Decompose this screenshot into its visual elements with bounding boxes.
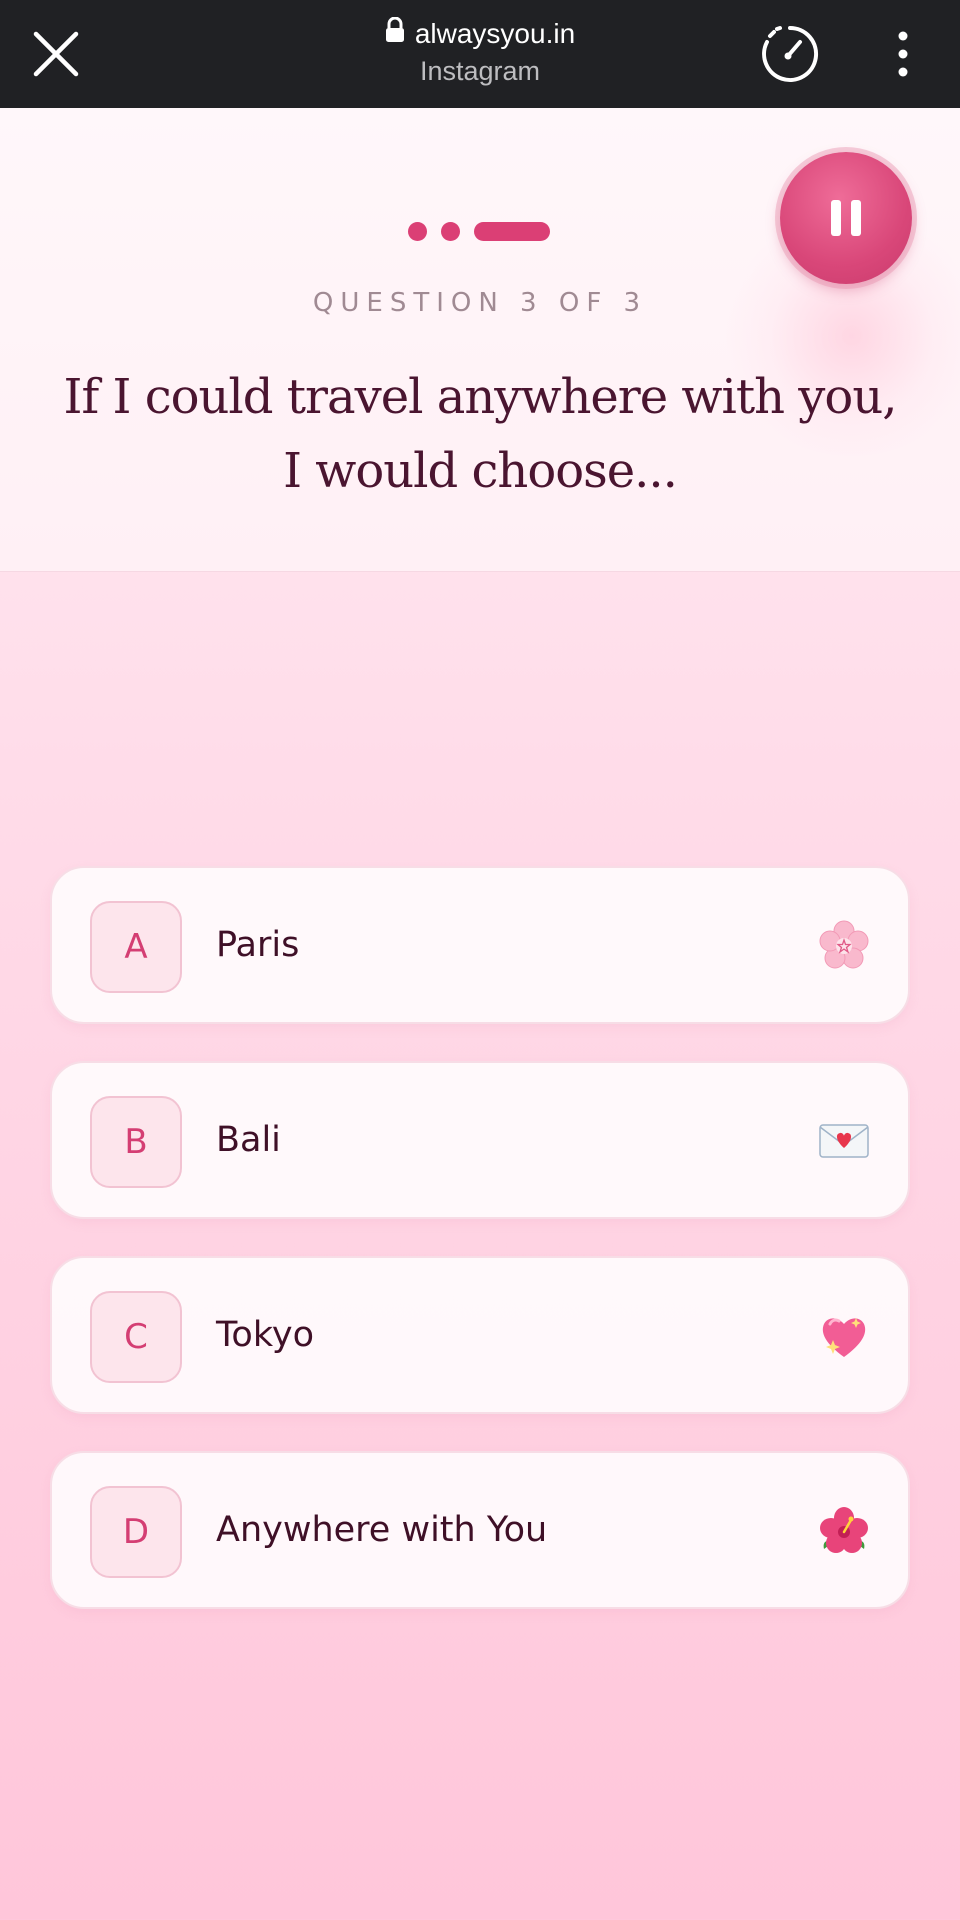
option-label: Anywhere with You <box>216 1510 548 1550</box>
option-letter: C <box>90 1291 182 1383</box>
address-area[interactable]: alwaysyou.in Instagram <box>280 14 680 88</box>
app-name: Instagram <box>419 56 541 86</box>
progress-dot-2 <box>441 221 460 241</box>
question-line-2: I would choose... <box>283 443 678 499</box>
pause-icon-bar <box>851 200 861 236</box>
option-b[interactable]: B Bali <box>50 1061 910 1219</box>
question-count: QUESTION 3 OF 3 <box>312 288 648 318</box>
option-a[interactable]: A Paris <box>50 866 910 1024</box>
option-label: Bali <box>216 1120 281 1160</box>
pause-icon <box>831 200 841 236</box>
option-letter: D <box>90 1486 182 1578</box>
option-d[interactable]: D Anywhere with You <box>50 1451 910 1609</box>
url-text: alwaysyou.in <box>414 18 576 49</box>
close-icon[interactable] <box>26 24 86 84</box>
option-c[interactable]: C Tokyo <box>50 1256 910 1414</box>
progress-dot-1 <box>408 221 427 241</box>
love-letter-icon <box>818 1115 870 1167</box>
hibiscus-icon <box>818 1505 870 1557</box>
answer-options: A Paris B Bali C Tokyo D Anywhere with Y… <box>50 866 910 1646</box>
sparkling-heart-icon <box>818 1310 870 1362</box>
option-label: Tokyo <box>216 1315 314 1355</box>
pause-button[interactable] <box>780 152 912 284</box>
question-line-1: If I could travel anywhere with you, <box>63 369 898 425</box>
progress-indicator <box>408 221 550 241</box>
option-letter: B <box>90 1096 182 1188</box>
progress-dot-3-active <box>474 221 550 241</box>
question-text: If I could travel anywhere with you, I w… <box>40 360 920 508</box>
cherry-blossom-icon <box>818 920 870 972</box>
more-options-icon[interactable] <box>878 26 928 82</box>
option-label: Paris <box>216 925 300 965</box>
url-line: alwaysyou.in <box>280 14 680 54</box>
lock-icon <box>385 14 405 54</box>
option-letter: A <box>90 901 182 993</box>
speedometer-icon[interactable] <box>758 22 822 86</box>
browser-top-bar: alwaysyou.in Instagram <box>0 0 960 108</box>
